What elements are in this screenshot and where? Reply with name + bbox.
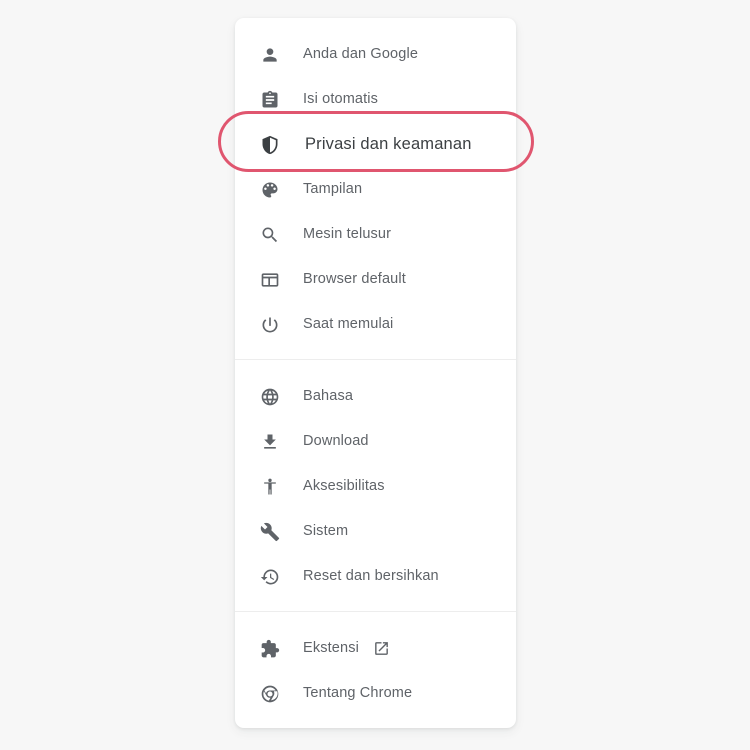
menu-item-anda-dan-google[interactable]: Anda dan Google [235,32,516,77]
menu-item-tampilan[interactable]: Tampilan [235,167,516,212]
external-link-icon[interactable] [373,640,391,658]
power-icon [259,314,281,336]
menu-item-bahasa[interactable]: Bahasa [235,374,516,419]
menu-item-label: Isi otomatis [303,91,379,108]
chrome-logo-icon [259,683,281,705]
menu-item-label: Tampilan [303,181,363,198]
menu-group-3: Ekstensi Tentang Chrome [235,612,516,728]
settings-menu: Anda dan Google Isi otomatis Privasi dan k… [235,18,516,728]
menu-group-spacer [235,18,516,32]
menu-item-ekstensi[interactable]: Ekstensi [235,626,516,671]
history-restore-icon [259,566,281,588]
menu-item-label: Reset dan bersihkan [303,568,439,585]
palette-icon [259,179,281,201]
clipboard-icon [259,89,281,111]
menu-item-label: Ekstensi [303,640,359,657]
menu-item-download[interactable]: Download [235,419,516,464]
menu-item-isi-otomatis[interactable]: Isi otomatis [235,77,516,122]
settings-navigation-card: Anda dan Google Isi otomatis Privasi dan k… [235,18,516,728]
browser-window-icon [259,269,281,291]
menu-item-aksesibilitas[interactable]: Aksesibilitas [235,464,516,509]
menu-item-label: Sistem [303,523,349,540]
menu-group-spacer [235,599,516,611]
menu-item-label: Privasi dan keamanan [305,135,472,154]
accessibility-icon [259,476,281,498]
menu-item-label: Bahasa [303,388,354,405]
menu-item-label: Browser default [303,271,406,288]
menu-item-saat-memulai[interactable]: Saat memulai [235,302,516,347]
menu-item-privasi-dan-keamanan[interactable]: Privasi dan keamanan [235,122,516,167]
menu-item-label: Download [303,433,369,450]
menu-item-mesin-telusur[interactable]: Mesin telusur [235,212,516,257]
menu-item-label: Tentang Chrome [303,685,413,702]
menu-item-label: Mesin telusur [303,226,392,243]
menu-item-label: Anda dan Google [303,46,419,63]
wrench-icon [259,521,281,543]
menu-group-spacer [235,347,516,359]
menu-item-label: Aksesibilitas [303,478,385,495]
screenshot-stage: Anda dan Google Isi otomatis Privasi dan k… [0,0,750,750]
menu-item-label: Saat memulai [303,316,394,333]
person-icon [259,44,281,66]
menu-group-spacer [235,716,516,728]
menu-item-reset-dan-bersihkan[interactable]: Reset dan bersihkan [235,554,516,599]
search-icon [259,224,281,246]
menu-item-sistem[interactable]: Sistem [235,509,516,554]
menu-group-spacer [235,360,516,374]
shield-icon [259,134,281,156]
menu-group-spacer [235,612,516,626]
globe-icon [259,386,281,408]
menu-item-browser-default[interactable]: Browser default [235,257,516,302]
download-icon [259,431,281,453]
menu-item-tentang-chrome[interactable]: Tentang Chrome [235,671,516,716]
menu-group-1: Anda dan Google Isi otomatis Privasi dan k… [235,18,516,359]
puzzle-piece-icon [259,638,281,660]
menu-group-2: Bahasa Download Aksesibilitas Sistem Reset d… [235,360,516,611]
